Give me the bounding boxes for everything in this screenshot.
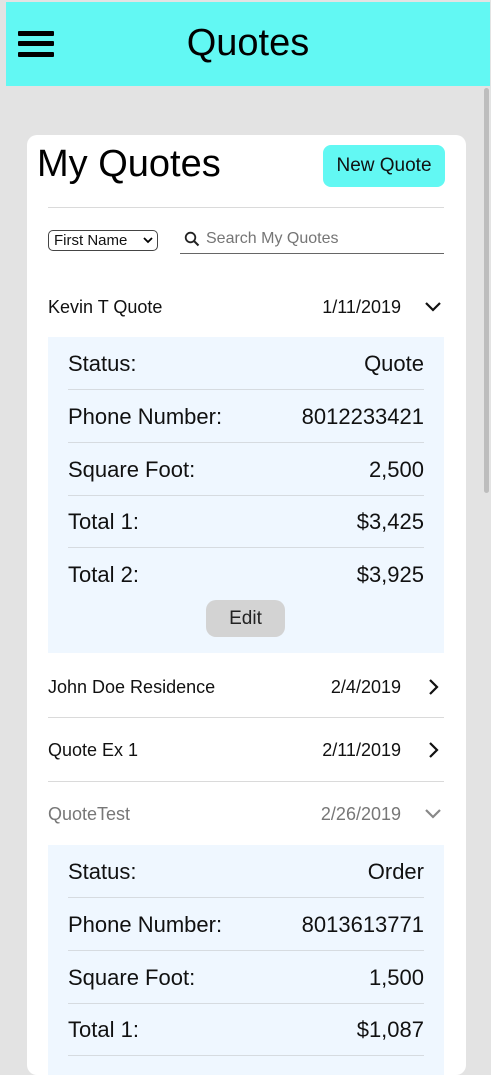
quote-details-panel: Status: Quote Phone Number: 8012233421 S… (48, 337, 444, 653)
quote-name: Kevin T Quote (48, 297, 163, 317)
detail-label: Total 2: (68, 562, 139, 587)
quote-name: QuoteTest (48, 804, 131, 824)
search-input[interactable] (206, 228, 442, 250)
search-icon (184, 231, 200, 247)
chevron-right-icon (429, 742, 439, 758)
detail-row-total2: Total 2: $3,925 (68, 548, 424, 601)
detail-label: Phone Number: (68, 404, 223, 429)
detail-row-status: Status: Order (68, 845, 424, 898)
edit-button[interactable]: Edit (206, 600, 285, 637)
sort-select[interactable]: First Name (48, 230, 158, 251)
chevron-down-icon (425, 809, 441, 819)
page-title: My Quotes (37, 143, 221, 185)
detail-label: Total 1: (68, 1017, 139, 1042)
detail-value-status: Quote (364, 351, 424, 376)
sort-select-value: First Name (54, 232, 128, 249)
app-header: Quotes (6, 2, 490, 86)
detail-value-square-foot: 1,500 (368, 965, 424, 990)
quote-date: 2/4/2019 (330, 677, 401, 697)
new-quote-button[interactable]: New Quote (323, 145, 445, 187)
detail-label: Phone Number: (68, 912, 223, 937)
chevron-down-icon (143, 237, 153, 244)
quote-name: Quote Ex 1 (48, 740, 139, 760)
quotes-card: My Quotes New Quote First Name Kevin T Q… (27, 135, 466, 1075)
chevron-right-icon (429, 679, 439, 695)
detail-label: Square Foot: (68, 965, 196, 990)
detail-label: Square Foot: (68, 457, 196, 482)
quote-date: 1/11/2019 (322, 297, 401, 317)
detail-value-phone: 8012233421 (301, 404, 424, 429)
search-field[interactable] (180, 227, 444, 254)
detail-value-square-foot: 2,500 (368, 457, 424, 482)
quote-row-header[interactable]: Kevin T Quote 1/11/2019 (48, 287, 444, 327)
quote-name: John Doe Residence (48, 677, 216, 697)
quote-row-header[interactable]: QuoteTest 2/26/2019 (48, 794, 444, 834)
divider (48, 717, 444, 718)
detail-row-phone: Phone Number: 8013613771 (68, 898, 424, 951)
quote-details-panel: Status: Order Phone Number: 8013613771 S… (48, 845, 444, 1075)
detail-value-total1: $1,087 (356, 1017, 424, 1042)
detail-value-total1: $3,425 (356, 509, 424, 534)
detail-label: Status: (68, 351, 137, 376)
scrollbar-thumb[interactable] (484, 88, 489, 493)
detail-row-square-foot: Square Foot: 1,500 (68, 951, 424, 1004)
detail-value-total2: $3,925 (356, 562, 424, 587)
detail-value-status: Order (367, 859, 424, 884)
app-title: Quotes (186, 22, 310, 64)
detail-row-status: Status: Quote (68, 337, 424, 390)
quote-date: 2/11/2019 (322, 740, 401, 760)
detail-row-square-foot: Square Foot: 2,500 (68, 443, 424, 496)
detail-row-total1: Total 1: $3,425 (68, 495, 424, 548)
detail-row-phone: Phone Number: 8012233421 (68, 390, 424, 443)
quote-row-header[interactable]: Quote Ex 1 2/11/2019 (48, 730, 444, 770)
quote-row-header[interactable]: John Doe Residence 2/4/2019 (48, 667, 444, 707)
chevron-down-icon (425, 302, 441, 312)
detail-value-phone: 8013613771 (301, 912, 424, 937)
divider (48, 781, 444, 782)
divider (48, 207, 444, 208)
detail-label: Status: (68, 859, 137, 884)
quote-date: 2/26/2019 (320, 804, 401, 824)
detail-label: Total 1: (68, 509, 139, 534)
detail-row-total1: Total 1: $1,087 (68, 1003, 424, 1056)
